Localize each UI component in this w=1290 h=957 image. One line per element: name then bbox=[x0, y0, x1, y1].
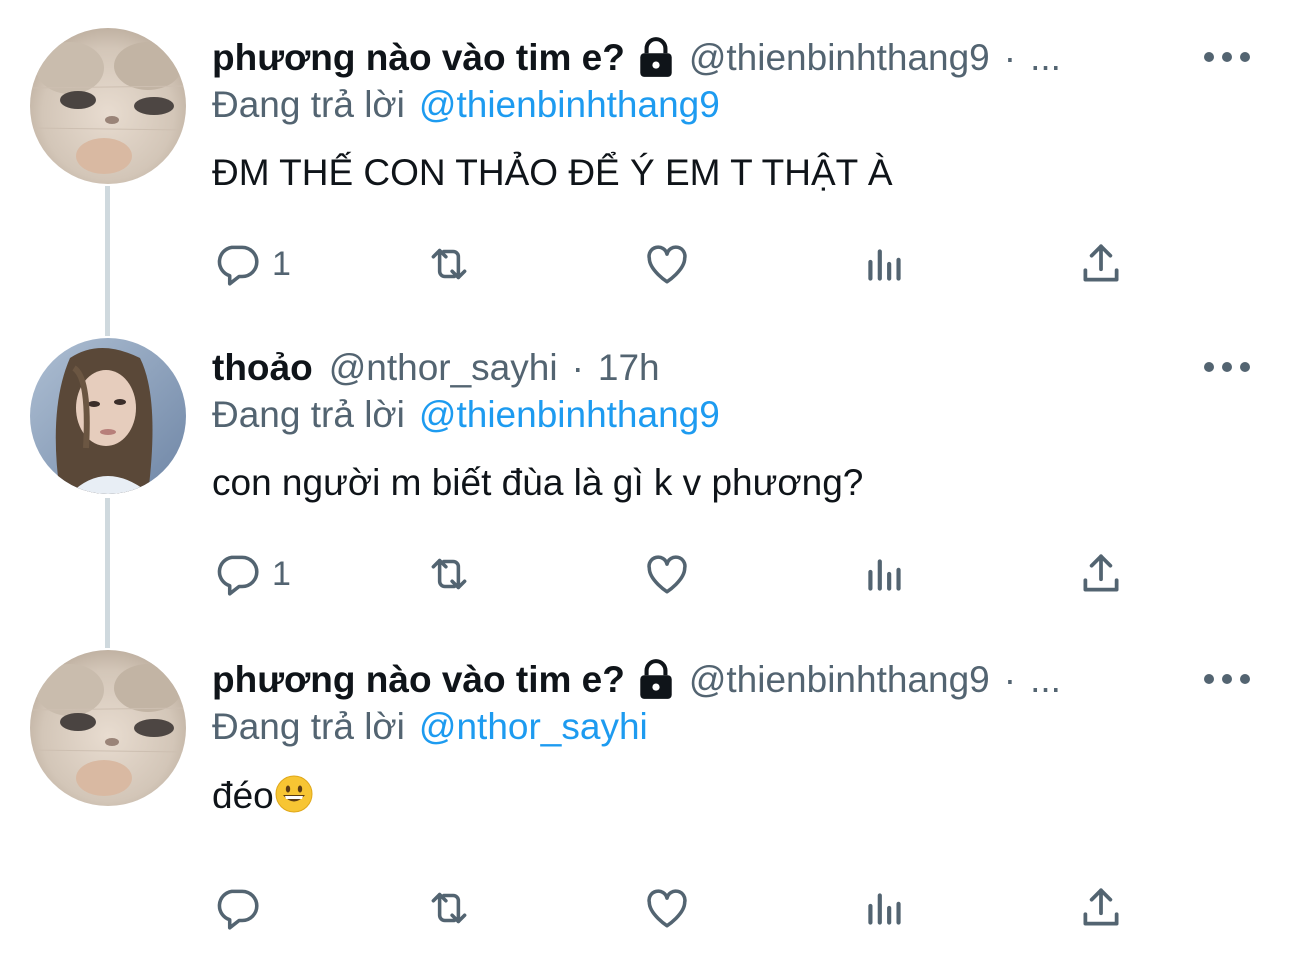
like-icon bbox=[647, 555, 687, 594]
retweet-icon bbox=[431, 558, 467, 590]
reply-mention-link[interactable]: @thienbinhthang9 bbox=[419, 394, 720, 435]
more-icon[interactable] bbox=[1204, 664, 1250, 694]
share-button[interactable] bbox=[1076, 544, 1126, 604]
separator: · bbox=[1003, 659, 1017, 700]
tweet-text: ĐM THẾ CON THẢO ĐỂ Ý EM T THẬT À bbox=[212, 152, 893, 193]
author-name[interactable]: thoảo bbox=[212, 347, 313, 389]
author-handle[interactable]: @nthor_sayhi bbox=[329, 347, 558, 389]
author-handle[interactable]: @thienbinhthang9 bbox=[689, 659, 990, 701]
lock-icon bbox=[637, 658, 675, 702]
author-name[interactable]: phương nào vào tim e? bbox=[212, 659, 625, 701]
grinning-face-emoji bbox=[274, 774, 314, 814]
tweet-text-container: đéo bbox=[212, 774, 314, 817]
retweet-icon bbox=[431, 248, 467, 280]
tweet[interactable]: thoảo @nthor_sayhi · 17h Đang trả lời @th… bbox=[0, 338, 1290, 618]
replying-to: Đang trả lời @thienbinhthang9 bbox=[212, 394, 720, 436]
reply-mention-link[interactable]: @nthor_sayhi bbox=[419, 706, 648, 747]
views-icon bbox=[868, 559, 901, 591]
reply-count: 1 bbox=[272, 554, 291, 593]
more-icon[interactable] bbox=[1204, 42, 1250, 72]
tweet-actions: 1 bbox=[212, 234, 1132, 294]
timestamp[interactable]: ... bbox=[1030, 659, 1061, 701]
like-button[interactable] bbox=[642, 878, 692, 938]
reply-mention-link[interactable]: @thienbinhthang9 bbox=[419, 84, 720, 125]
reply-button[interactable] bbox=[212, 878, 272, 938]
like-button[interactable] bbox=[642, 234, 692, 294]
timestamp[interactable]: ... bbox=[1030, 37, 1061, 79]
tweet[interactable]: phương nào vào tim e? @thienbinhthang9 ·… bbox=[0, 28, 1290, 308]
tweet-actions bbox=[212, 878, 1132, 938]
woman-avatar-image bbox=[30, 338, 186, 494]
avatar[interactable] bbox=[30, 650, 186, 806]
share-icon bbox=[1083, 554, 1119, 592]
tweet-actions: 1 bbox=[212, 544, 1132, 604]
reply-button[interactable]: 1 bbox=[212, 544, 291, 604]
views-button[interactable] bbox=[860, 878, 910, 938]
share-button[interactable] bbox=[1076, 878, 1126, 938]
separator: · bbox=[571, 347, 584, 388]
like-icon bbox=[647, 889, 687, 928]
views-icon bbox=[868, 893, 901, 925]
tweet-header: phương nào vào tim e? @thienbinhthang9 ·… bbox=[212, 650, 1180, 710]
like-icon bbox=[647, 245, 687, 284]
reply-button[interactable]: 1 bbox=[212, 234, 291, 294]
views-button[interactable] bbox=[860, 544, 910, 604]
avatar[interactable] bbox=[30, 28, 186, 184]
share-icon bbox=[1083, 888, 1119, 926]
retweet-icon bbox=[431, 892, 467, 924]
tweet-text: con người m biết đùa là gì k v phương? bbox=[212, 462, 864, 503]
tweet-header: phương nào vào tim e? @thienbinhthang9 ·… bbox=[212, 28, 1180, 88]
reply-icon bbox=[217, 889, 259, 930]
like-button[interactable] bbox=[642, 544, 692, 604]
reply-count: 1 bbox=[272, 244, 291, 283]
replying-to-label: Đang trả lời bbox=[212, 394, 405, 435]
retweet-button[interactable] bbox=[424, 544, 474, 604]
cat-avatar-image bbox=[30, 650, 186, 806]
author-handle[interactable]: @thienbinhthang9 bbox=[689, 37, 990, 79]
share-button[interactable] bbox=[1076, 234, 1126, 294]
cat-avatar-image bbox=[30, 28, 186, 184]
separator: · bbox=[1003, 37, 1017, 78]
replying-to-label: Đang trả lời bbox=[212, 706, 405, 747]
avatar[interactable] bbox=[30, 338, 186, 494]
retweet-button[interactable] bbox=[424, 878, 474, 938]
tweet-header: thoảo @nthor_sayhi · 17h bbox=[212, 338, 1180, 398]
replying-to-label: Đang trả lời bbox=[212, 84, 405, 125]
replying-to: Đang trả lời @thienbinhthang9 bbox=[212, 84, 720, 126]
reply-icon bbox=[217, 245, 259, 286]
retweet-button[interactable] bbox=[424, 234, 474, 294]
replying-to: Đang trả lời @nthor_sayhi bbox=[212, 706, 648, 748]
views-button[interactable] bbox=[860, 234, 910, 294]
more-icon[interactable] bbox=[1204, 352, 1250, 382]
share-icon bbox=[1083, 244, 1119, 282]
lock-icon bbox=[637, 36, 675, 80]
tweet[interactable]: phương nào vào tim e? @thienbinhthang9 ·… bbox=[0, 650, 1290, 940]
views-icon bbox=[868, 249, 901, 281]
author-name[interactable]: phương nào vào tim e? bbox=[212, 37, 625, 79]
timestamp[interactable]: 17h bbox=[598, 347, 660, 389]
tweet-text: đéo bbox=[212, 775, 274, 816]
reply-icon bbox=[217, 555, 259, 596]
